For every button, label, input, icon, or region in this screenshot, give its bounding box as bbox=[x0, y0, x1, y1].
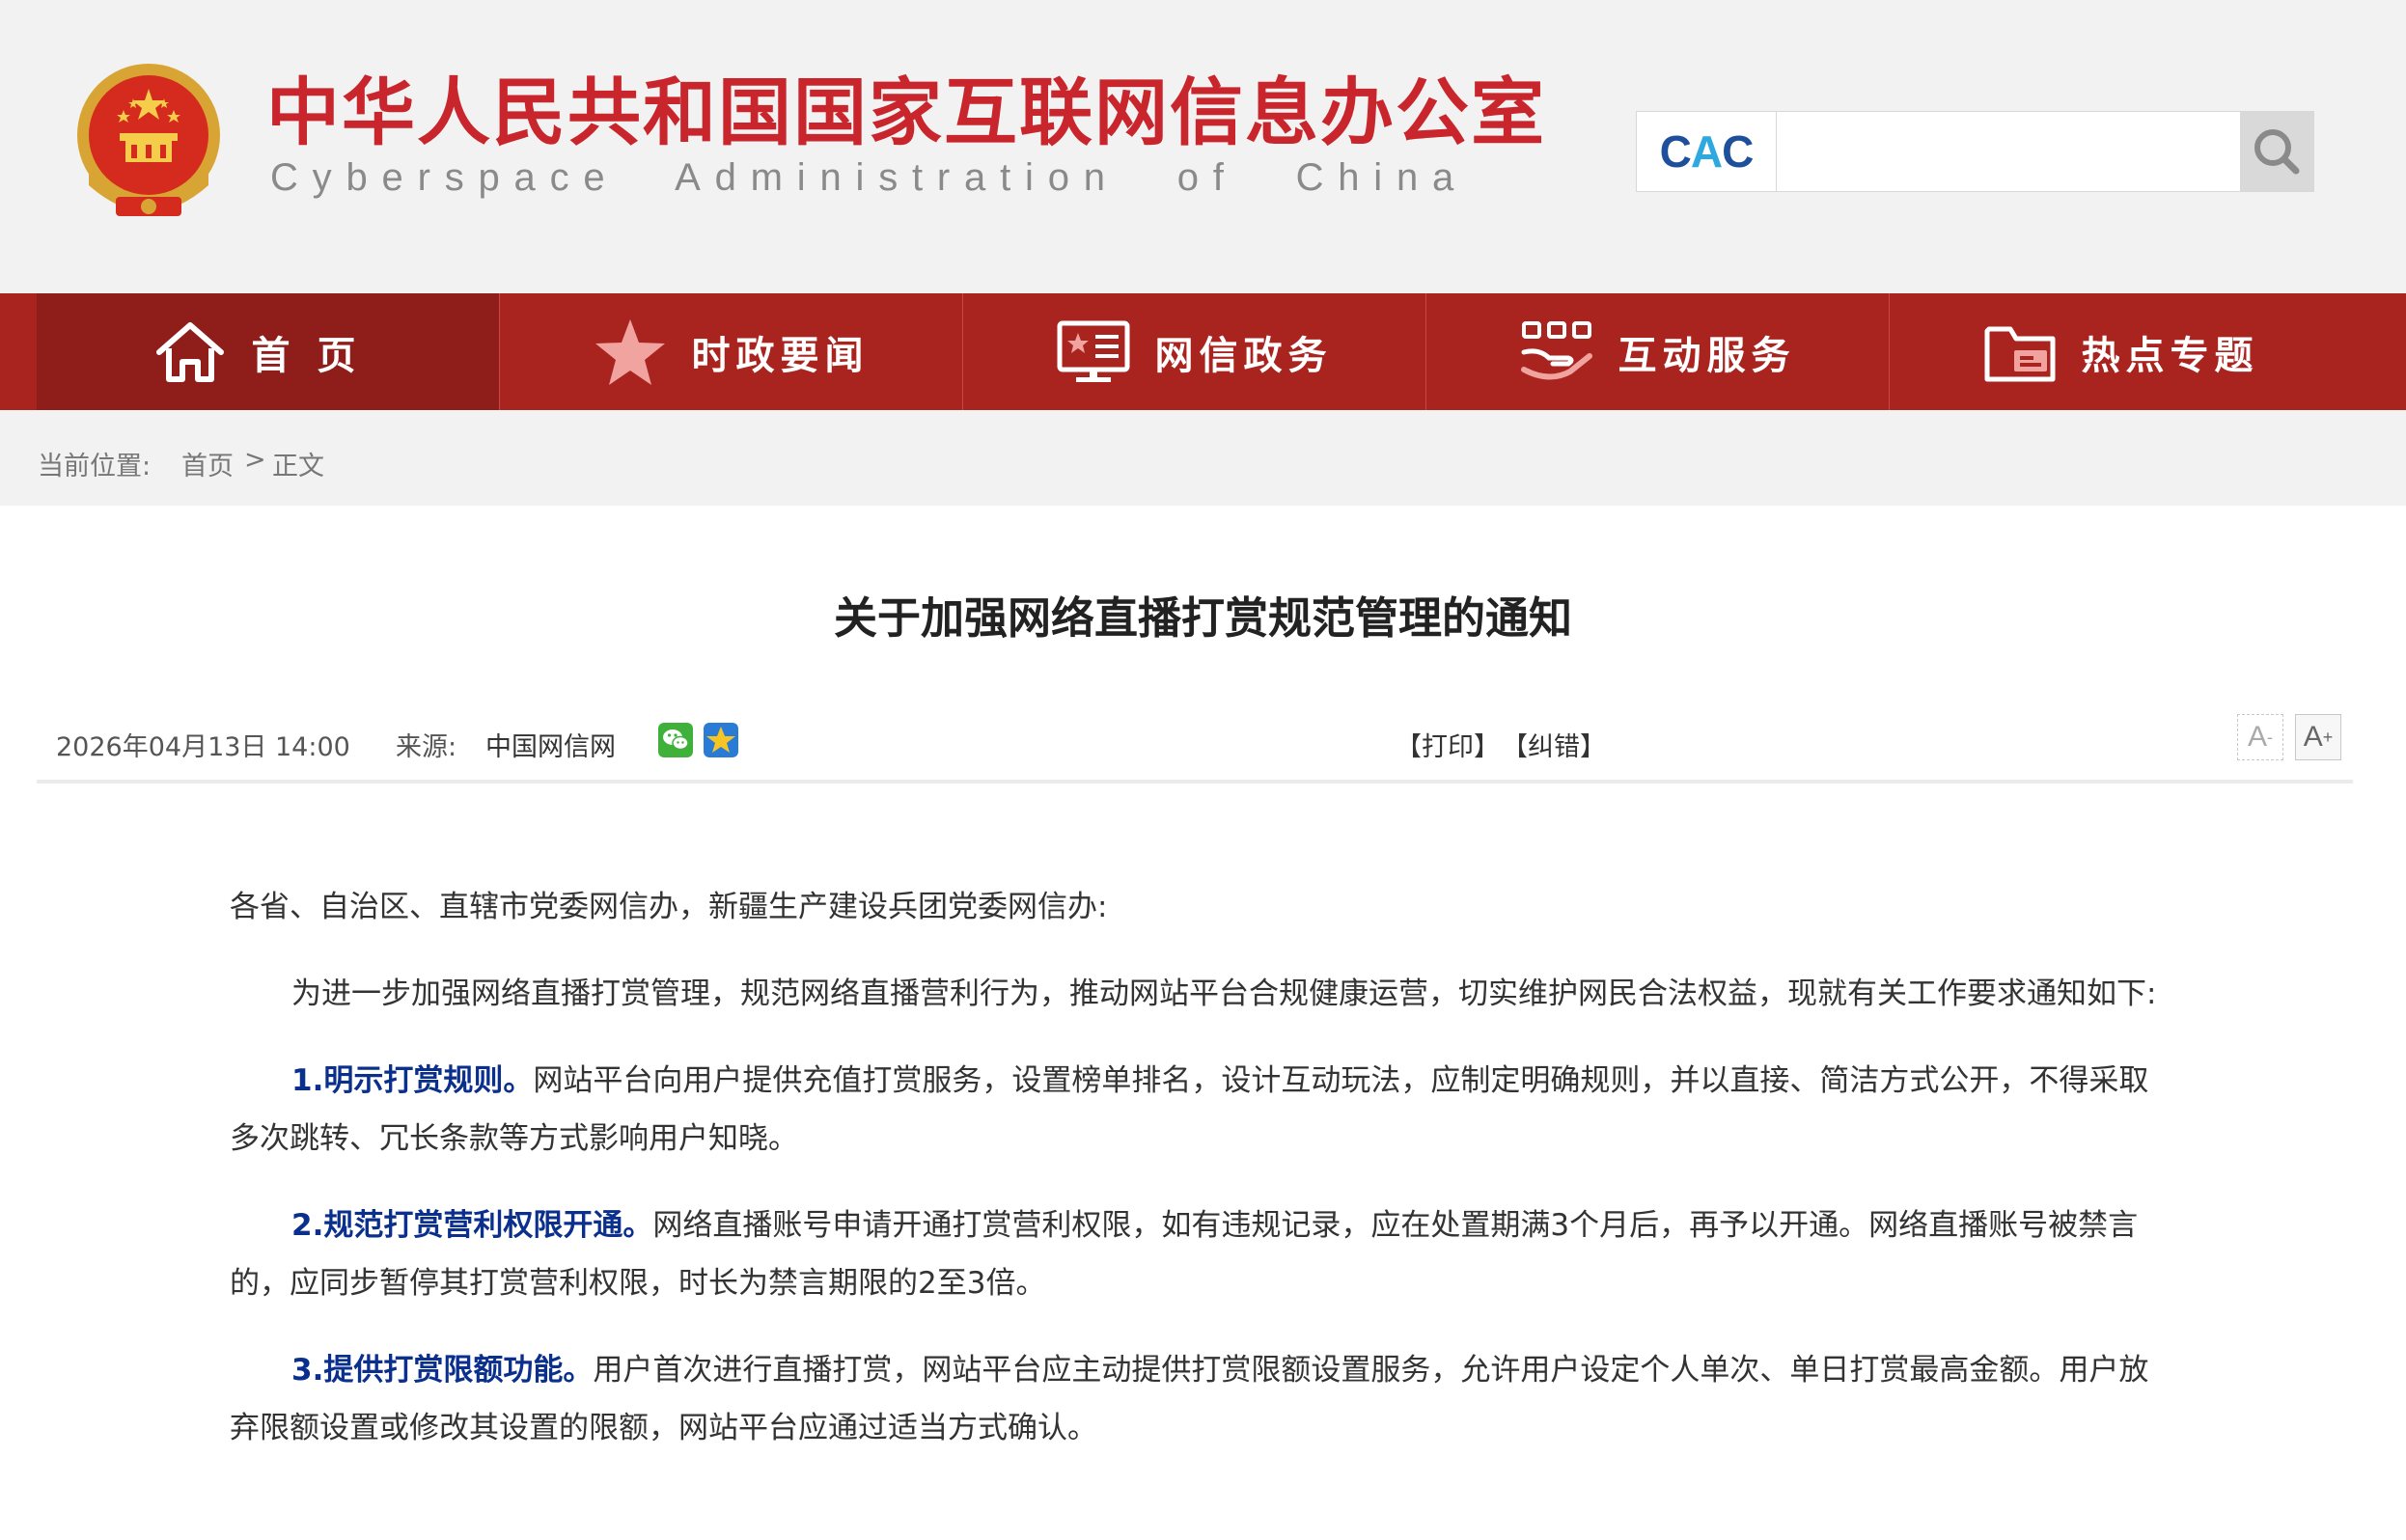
cac-logo-icon: CAC bbox=[1637, 112, 1777, 191]
nav-item-home[interactable]: 首页 bbox=[37, 293, 499, 410]
folder-icon bbox=[1983, 319, 2057, 385]
nav-label-topics: 热点专题 bbox=[2081, 333, 2259, 378]
qzone-share-icon[interactable] bbox=[704, 723, 738, 757]
paragraph-lead: 1.明示打赏规则。 bbox=[291, 1063, 534, 1098]
search-input[interactable] bbox=[1778, 112, 2241, 191]
board-icon bbox=[1057, 319, 1130, 385]
article-source: 中国网信网 bbox=[485, 732, 616, 762]
site-header: 中华人民共和国国家互联网信息办公室 Cyberspace Administrat… bbox=[0, 0, 2406, 293]
paragraph-lead: 2.规范打赏营利权限开通。 bbox=[291, 1208, 653, 1243]
paragraph-text: 为进一步加强网络直播打赏管理，规范网络直播营利行为，推动网站平台合规健康运营，切… bbox=[291, 976, 2157, 1011]
font-decrease-button[interactable]: A- bbox=[2237, 714, 2283, 760]
search-button[interactable] bbox=[2240, 112, 2313, 191]
nav-item-interaction[interactable]: 互动服务 bbox=[1425, 293, 1889, 410]
paragraph-salutation: 各省、自治区、直辖市党委网信办，新疆生产建设兵团党委网信办: bbox=[230, 878, 2165, 936]
site-title-en: Cyberspace Administration of China bbox=[270, 156, 1469, 199]
breadcrumb-separator: > bbox=[244, 445, 266, 475]
breadcrumb-prefix: 当前位置: bbox=[38, 452, 152, 481]
logo-letter-a: A bbox=[1690, 126, 1723, 177]
site-title-cn[interactable]: 中华人民共和国国家互联网信息办公室 bbox=[266, 69, 1546, 156]
logo-letter-c2: C bbox=[1722, 126, 1754, 177]
article-datetime: 2026年04月13日 14:00 bbox=[56, 732, 350, 762]
source-label: 来源: bbox=[396, 732, 457, 762]
correction-link[interactable]: 【纠错】 bbox=[1502, 726, 1606, 763]
breadcrumb: 当前位置: 首页 > 正文 bbox=[0, 410, 2406, 506]
nav-item-politics[interactable]: 时政要闻 bbox=[499, 293, 962, 410]
paragraph-text: 各省、自治区、直辖市党委网信办，新疆生产建设兵团党委网信办: bbox=[230, 890, 1108, 924]
nav-item-government[interactable]: 网信政务 bbox=[962, 293, 1425, 410]
nav-label-interaction: 互动服务 bbox=[1618, 333, 1796, 378]
font-increase-letter: A bbox=[2303, 721, 2323, 753]
national-emblem-icon[interactable] bbox=[69, 60, 229, 224]
font-decrease-mark: - bbox=[2267, 727, 2273, 747]
font-increase-mark: + bbox=[2322, 727, 2334, 747]
search-icon bbox=[2254, 129, 2300, 175]
nav-label-government: 网信政务 bbox=[1154, 333, 1333, 378]
home-icon bbox=[153, 319, 227, 385]
search-box: CAC bbox=[1636, 111, 2314, 192]
print-link[interactable]: 【打印】 bbox=[1396, 726, 1500, 763]
nav-item-topics[interactable]: 热点专题 bbox=[1889, 293, 2352, 410]
logo-letter-c1: C bbox=[1659, 126, 1692, 177]
paragraph-item-2: 2.规范打赏营利权限开通。网络直播账号申请开通打赏营利权限，如有违规记录，应在处… bbox=[230, 1196, 2165, 1312]
wechat-share-icon[interactable] bbox=[658, 723, 693, 757]
main-nav: 首页 时政要闻 网信政务 互动服务 热点专题 bbox=[0, 293, 2406, 410]
paragraph-intro: 为进一步加强网络直播打赏管理，规范网络直播营利行为，推动网站平台合规健康运营，切… bbox=[230, 965, 2165, 1023]
interaction-icon bbox=[1520, 319, 1593, 385]
paragraph-item-3: 3.提供打赏限额功能。用户首次进行直播打赏，网站平台应主动提供打赏限额设置服务，… bbox=[230, 1341, 2165, 1457]
nav-label-home: 首页 bbox=[251, 333, 383, 378]
article-body: 各省、自治区、直辖市党委网信办，新疆生产建设兵团党委网信办: 为进一步加强网络直… bbox=[230, 878, 2165, 1486]
nav-label-politics: 时政要闻 bbox=[691, 333, 870, 378]
breadcrumb-current: 正文 bbox=[272, 452, 324, 481]
breadcrumb-home-link[interactable]: 首页 bbox=[181, 445, 234, 482]
star-icon bbox=[594, 317, 667, 387]
font-increase-button[interactable]: A + bbox=[2295, 714, 2341, 760]
paragraph-lead: 3.提供打赏限额功能。 bbox=[291, 1353, 594, 1388]
article-meta: 2026年04月13日 14:00 来源: 中国网信网 【打印】 【纠错】 A-… bbox=[37, 714, 2353, 784]
article-title: 关于加强网络直播打赏规范管理的通知 bbox=[833, 592, 1572, 644]
paragraph-item-1: 1.明示打赏规则。网站平台向用户提供充值打赏服务，设置榜单排名，设计互动玩法，应… bbox=[230, 1052, 2165, 1168]
font-decrease-letter: A bbox=[2247, 721, 2267, 753]
